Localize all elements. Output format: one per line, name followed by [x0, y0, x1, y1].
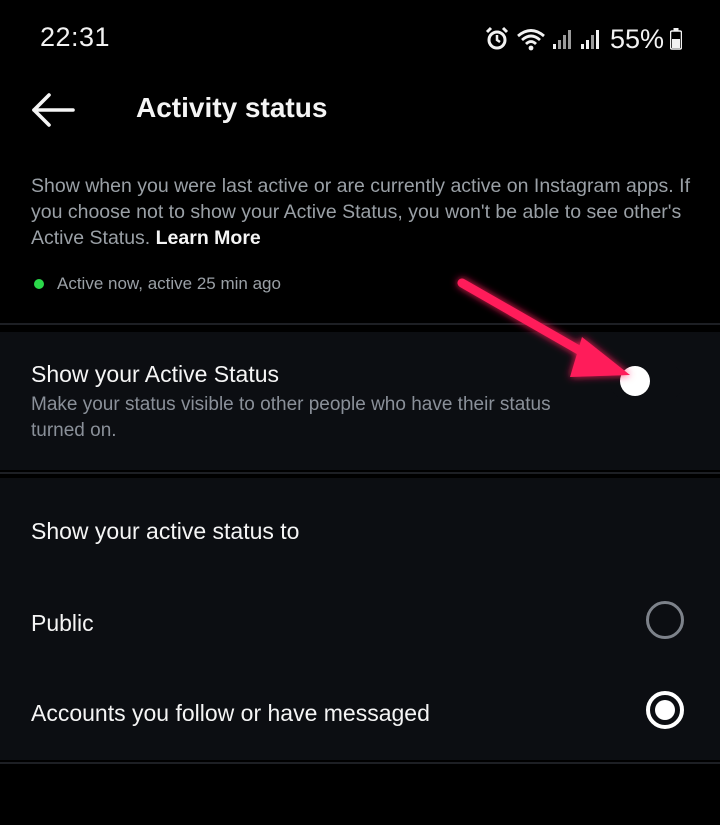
- radio-button-selected[interactable]: [646, 691, 684, 729]
- option-label: Accounts you follow or have messaged: [31, 700, 430, 726]
- activity-preview: Active now, active 25 min ago: [34, 274, 281, 294]
- active-dot-icon: [34, 279, 44, 289]
- option-label: Public: [31, 610, 94, 636]
- status-time: 22:31: [40, 22, 111, 52]
- active-status-toggle-row[interactable]: Show your Active Status Make your status…: [0, 332, 720, 470]
- app-header: Activity status: [0, 76, 720, 146]
- toggle-title: Show your Active Status: [31, 361, 280, 387]
- alarm-icon: [484, 26, 510, 52]
- description-text: Show when you were last active or are cu…: [31, 173, 701, 251]
- audience-section: Show your active status to Public Accoun…: [0, 478, 720, 760]
- battery-icon: [670, 28, 682, 50]
- arrow-left-icon: [30, 93, 76, 132]
- activity-preview-text: Active now, active 25 min ago: [57, 274, 281, 293]
- learn-more-link[interactable]: Learn More: [156, 227, 261, 249]
- signal-icon: [580, 28, 602, 50]
- page-title: Activity status: [136, 92, 328, 123]
- radio-button[interactable]: [646, 601, 684, 639]
- switch-knob: [620, 366, 650, 396]
- divider: [0, 323, 720, 325]
- back-button[interactable]: [30, 92, 76, 128]
- radio-dot-icon: [655, 700, 675, 720]
- toggle-subtitle: Make your status visible to other people…: [31, 394, 551, 441]
- status-bar: 22:31 55%: [0, 0, 720, 76]
- wifi-icon: [516, 27, 546, 51]
- battery-percent: 55%: [609, 23, 664, 54]
- signal-icon: [552, 28, 574, 50]
- audience-title: Show your active status to: [31, 518, 300, 544]
- status-icons: 55%: [484, 24, 682, 54]
- active-status-switch[interactable]: [610, 364, 684, 400]
- option-public[interactable]: Public: [0, 582, 720, 662]
- divider: [0, 472, 720, 474]
- divider: [0, 762, 720, 764]
- option-accounts-followed[interactable]: Accounts you follow or have messaged: [0, 672, 720, 752]
- description-body: Show when you were last active or are cu…: [31, 175, 690, 249]
